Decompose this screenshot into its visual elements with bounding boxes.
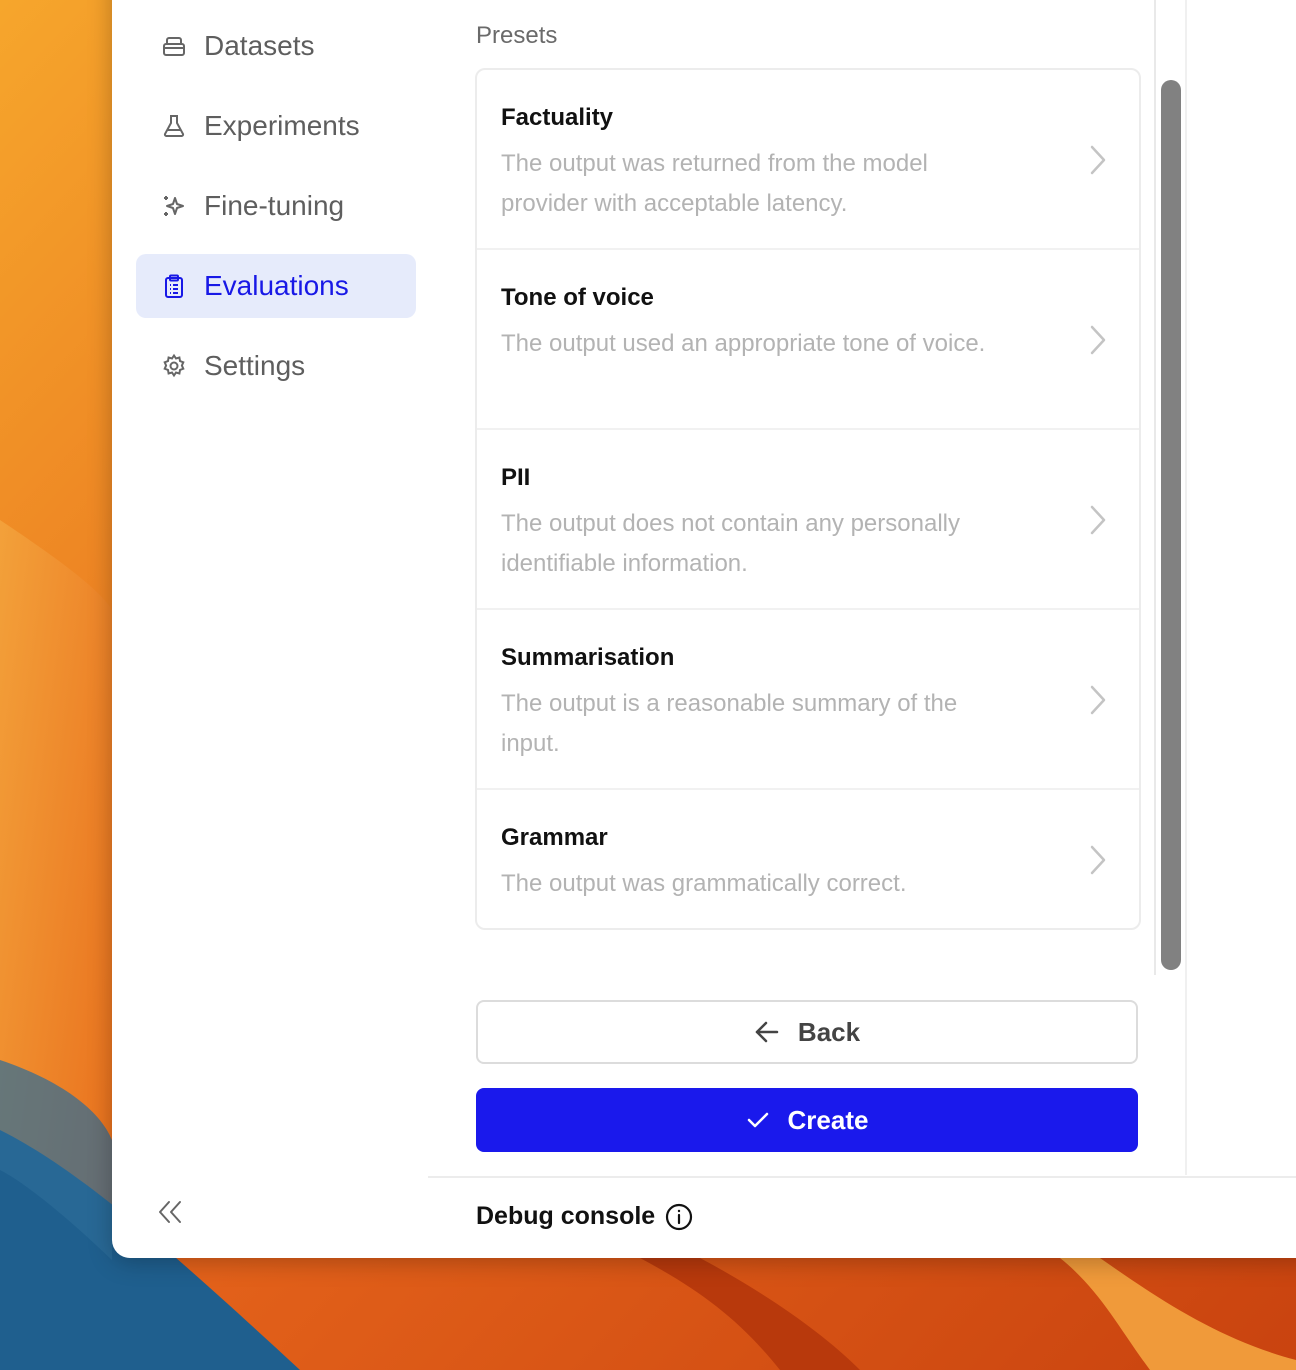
database-icon bbox=[160, 32, 188, 60]
collapse-sidebar-button[interactable] bbox=[150, 1194, 190, 1234]
sidebar-item-label: Fine-tuning bbox=[204, 190, 345, 221]
info-icon[interactable] bbox=[665, 1203, 693, 1231]
arrow-left-icon bbox=[754, 1021, 780, 1043]
chevron-right-icon bbox=[1090, 325, 1106, 355]
double-chevron-left-icon bbox=[156, 1198, 184, 1231]
chevron-right-icon bbox=[1090, 505, 1106, 535]
preset-title: PII bbox=[501, 464, 531, 491]
sidebar-item-datasets[interactable]: Datasets bbox=[136, 14, 416, 78]
preset-description: The output was returned from the model p… bbox=[501, 150, 928, 217]
preset-title: Factuality bbox=[501, 104, 614, 131]
create-label: Create bbox=[787, 1104, 869, 1135]
content-divider bbox=[1154, 0, 1156, 975]
preset-item-factuality[interactable]: Factuality The output was returned from … bbox=[477, 70, 1139, 250]
panel-divider bbox=[1185, 0, 1187, 1175]
chevron-right-icon bbox=[1090, 845, 1106, 875]
scrollbar-thumb[interactable] bbox=[1161, 80, 1181, 970]
sidebar: Datasets Experiments Fine-tuning Evaluat… bbox=[112, 0, 428, 1258]
back-button[interactable]: Back bbox=[476, 1000, 1138, 1064]
preset-title: Tone of voice bbox=[501, 284, 654, 311]
debug-console-label: Debug console bbox=[476, 1202, 656, 1230]
sidebar-item-evaluations[interactable]: Evaluations bbox=[136, 254, 416, 318]
sidebar-item-settings[interactable]: Settings bbox=[136, 334, 416, 398]
preset-description: The output used an appropriate tone of v… bbox=[501, 330, 986, 357]
sidebar-item-label: Evaluations bbox=[204, 270, 349, 301]
presets-heading: Presets bbox=[476, 22, 558, 49]
preset-item-grammar[interactable]: Grammar The output was grammatically cor… bbox=[477, 790, 1139, 928]
gear-icon bbox=[160, 352, 188, 380]
sidebar-item-label: Settings bbox=[204, 350, 306, 381]
create-button[interactable]: Create bbox=[476, 1088, 1138, 1152]
preset-title: Grammar bbox=[501, 824, 608, 851]
presets-list: Factuality The output was returned from … bbox=[475, 68, 1141, 930]
app-window: Datasets Experiments Fine-tuning Evaluat… bbox=[112, 0, 1296, 1258]
sparkle-icon bbox=[160, 192, 188, 220]
sidebar-item-label: Experiments bbox=[204, 110, 360, 141]
preset-description: The output was grammatically correct. bbox=[501, 870, 907, 897]
chevron-right-icon bbox=[1090, 685, 1106, 715]
preset-item-tone-of-voice[interactable]: Tone of voice The output used an appropr… bbox=[477, 250, 1139, 430]
preset-title: Summarisation bbox=[501, 644, 675, 671]
preset-item-pii[interactable]: PII The output does not contain any pers… bbox=[477, 430, 1139, 610]
debug-console-toggle[interactable]: Debug console bbox=[476, 1202, 693, 1231]
sidebar-item-fine-tuning[interactable]: Fine-tuning bbox=[136, 174, 416, 238]
sidebar-item-experiments[interactable]: Experiments bbox=[136, 94, 416, 158]
check-icon bbox=[746, 1110, 770, 1130]
chevron-right-icon bbox=[1090, 145, 1106, 175]
back-label: Back bbox=[797, 1016, 861, 1047]
sidebar-item-label: Datasets bbox=[204, 30, 315, 61]
preset-item-summarisation[interactable]: Summarisation The output is a reasonable… bbox=[477, 610, 1139, 790]
flask-icon bbox=[160, 112, 188, 140]
clipboard-icon bbox=[160, 272, 188, 300]
preset-description: The output is a reasonable summary of th… bbox=[501, 690, 958, 757]
preset-description: The output does not contain any personal… bbox=[501, 510, 960, 577]
footer-divider bbox=[428, 1176, 1296, 1178]
